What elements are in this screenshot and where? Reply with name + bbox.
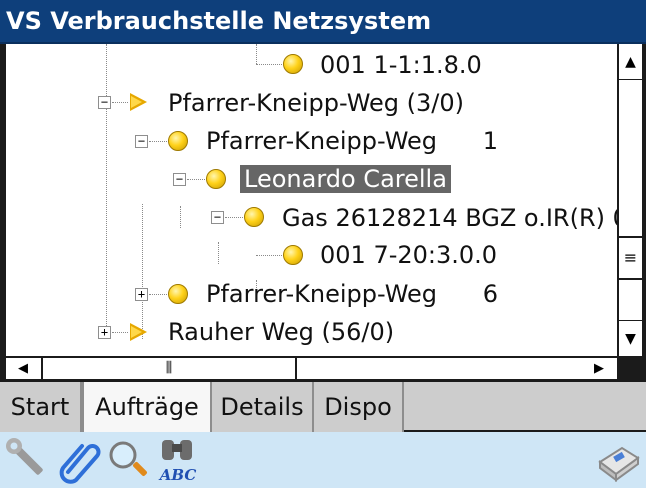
tree-node-label[interactable]: Rauher Weg (56/0) (168, 318, 394, 346)
keyboard-icon[interactable] (594, 436, 642, 484)
scroll-up-button[interactable]: ▲ (619, 44, 642, 80)
paperclip-icon[interactable] (54, 436, 102, 484)
vertical-scrollbar[interactable]: ▲ ≡ ▼ (617, 44, 642, 356)
expand-toggle[interactable]: + (98, 326, 111, 339)
yellow-circle-icon (244, 207, 264, 227)
scroll-thumb[interactable]: ≡ (619, 236, 642, 280)
tab-details[interactable]: Details (212, 382, 314, 432)
collapse-toggle[interactable]: − (98, 96, 111, 109)
horizontal-scrollbar[interactable]: ◀ ⫼ ▶ (6, 356, 642, 379)
tree-node-label[interactable]: 001 1-1:1.8.0 (320, 51, 482, 79)
window-title: VS Verbrauchstelle Netzsystem (0, 0, 646, 44)
scrollbar-corner (617, 356, 642, 379)
street-flag-icon (130, 323, 147, 341)
tree-node-label-selected[interactable]: Leonardo Carella (240, 165, 451, 193)
tree-node-label[interactable]: Pfarrer-Kneipp-Weg 6 (206, 280, 498, 308)
tab-start[interactable]: Start (0, 382, 82, 432)
yellow-circle-icon (168, 131, 188, 151)
yellow-circle-icon (283, 54, 303, 74)
expand-toggle[interactable]: + (135, 288, 148, 301)
tree-node-label[interactable]: 001 7-20:3.0.0 (320, 241, 497, 269)
tab-bar: Start Aufträge Details Dispo (0, 382, 646, 432)
tree-node-label[interactable]: Pfarrer-Kneipp-Weg (3/0) (168, 89, 464, 117)
wrench-icon[interactable] (4, 436, 52, 484)
yellow-circle-icon (283, 245, 303, 265)
tab-dispo[interactable]: Dispo (314, 382, 404, 432)
magnifier-icon[interactable] (104, 436, 152, 484)
yellow-circle-icon (168, 284, 188, 304)
collapse-toggle[interactable]: − (173, 173, 186, 186)
binoculars-abc-icon[interactable]: ABC (154, 436, 202, 484)
horizontal-scroll-thumb[interactable]: ⫼ (41, 358, 297, 379)
scroll-left-button[interactable]: ◀ (6, 358, 40, 379)
tree-view-frame: 001 1-1:1.8.0 − Pfarrer-Kneipp-Weg (3/0)… (0, 44, 646, 382)
tree-node-label[interactable]: Gas 26128214 BGZ o.IR(R) 0 (282, 204, 617, 232)
yellow-circle-icon (206, 169, 226, 189)
scroll-right-button[interactable]: ▶ (582, 358, 616, 379)
scroll-down-button[interactable]: ▼ (619, 320, 642, 356)
tree-view[interactable]: 001 1-1:1.8.0 − Pfarrer-Kneipp-Weg (3/0)… (6, 44, 617, 356)
svg-text:ABC: ABC (158, 466, 197, 484)
collapse-toggle[interactable]: − (211, 211, 224, 224)
bottom-toolbar: ABC (0, 432, 646, 488)
tab-auftraege[interactable]: Aufträge (82, 382, 212, 432)
street-flag-icon (130, 93, 147, 111)
collapse-toggle[interactable]: − (135, 135, 148, 148)
tree-node-label[interactable]: Pfarrer-Kneipp-Weg 1 (206, 127, 498, 155)
